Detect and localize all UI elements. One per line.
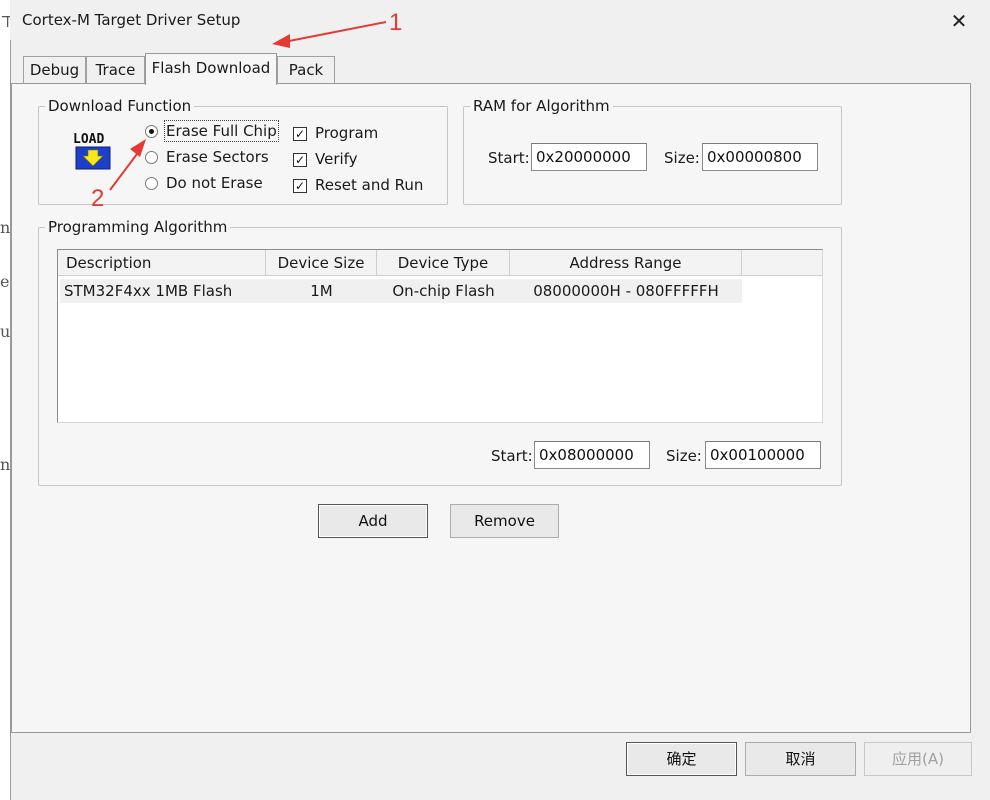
annotation-arrow-1 bbox=[283, 21, 387, 43]
annotation-arrow-2 bbox=[109, 149, 141, 191]
tab-flash-download[interactable]: Flash Download bbox=[145, 53, 277, 85]
annotation-arrowhead-1 bbox=[272, 34, 290, 48]
annotation-number-1: 1 bbox=[389, 9, 403, 36]
annotation-number-2: 2 bbox=[91, 185, 105, 212]
annotation-arrowhead-2 bbox=[130, 139, 146, 157]
annotation-arrows bbox=[109, 21, 387, 191]
